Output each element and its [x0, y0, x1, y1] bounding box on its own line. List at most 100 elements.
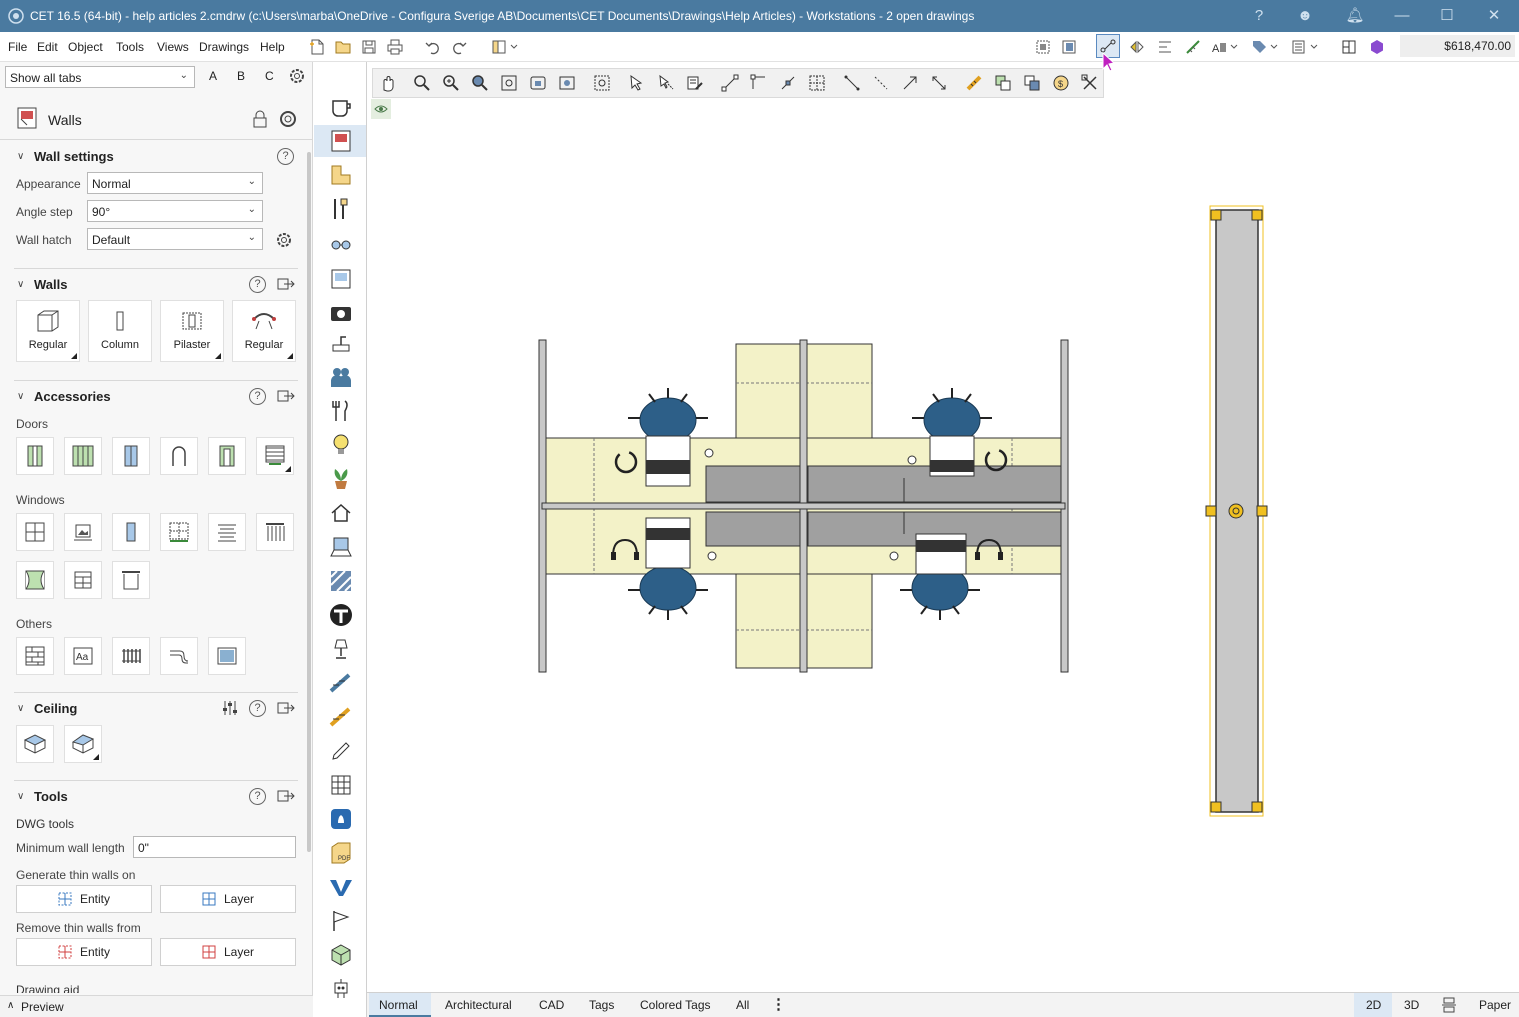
zoom-in-icon[interactable] [440, 72, 462, 94]
tab-architectural[interactable]: Architectural [445, 998, 512, 1012]
zoom-window-icon[interactable] [527, 72, 549, 94]
paper-view-icon[interactable] [1058, 36, 1080, 58]
line-dim-icon[interactable] [841, 72, 863, 94]
lifebuoy-icon[interactable] [279, 110, 297, 131]
wall-regular-curved-tile[interactable]: Regular [232, 300, 296, 362]
filter-a[interactable]: A [209, 69, 217, 83]
tab-tags[interactable]: Tags [589, 998, 614, 1012]
door-arch-icon[interactable] [160, 437, 198, 475]
layout-menu-icon[interactable] [490, 36, 522, 58]
menu-edit[interactable]: Edit [37, 40, 58, 54]
snap-grid-icon[interactable] [806, 72, 828, 94]
generate-layer-button[interactable]: Layer [160, 885, 296, 913]
select-multi-icon[interactable] [655, 72, 677, 94]
wall-handle[interactable] [1251, 209, 1263, 221]
cat-camera-icon[interactable] [327, 299, 355, 327]
cat-people-icon[interactable] [327, 363, 355, 391]
select-edit-icon[interactable] [684, 72, 706, 94]
preview-bar[interactable]: ∧ Preview [0, 995, 313, 1017]
cat-flooring-icon[interactable] [327, 567, 355, 595]
help-icon[interactable]: ? [1247, 4, 1271, 28]
chevron-down-icon[interactable]: ∨ [17, 391, 24, 402]
image-icon[interactable] [208, 637, 246, 675]
redo-icon[interactable] [448, 36, 470, 58]
wall-handle[interactable] [1251, 801, 1263, 813]
wall-regular-tile[interactable]: Regular [16, 300, 80, 362]
cat-kitchen-icon[interactable] [327, 331, 355, 359]
screen-spine[interactable] [541, 502, 1066, 510]
notification-icon[interactable]: 🔔︎ [1343, 4, 1367, 28]
window-radiator-icon[interactable] [256, 513, 294, 551]
cat-robot-icon[interactable] [327, 975, 355, 1003]
filter-c[interactable]: C [265, 69, 274, 83]
open-folder-icon[interactable] [332, 36, 354, 58]
window-curtain-icon[interactable] [16, 561, 54, 599]
tag-icon[interactable] [1250, 36, 1280, 58]
ceiling-flat-icon[interactable] [16, 725, 54, 763]
move-layer-icon[interactable] [1021, 72, 1043, 94]
cat-cube-icon[interactable] [327, 941, 355, 969]
cat-pen-icon[interactable] [327, 737, 355, 765]
window-opening-icon[interactable] [112, 561, 150, 599]
clear-icon[interactable] [1079, 72, 1101, 94]
window-narrow-icon[interactable] [112, 513, 150, 551]
save-icon[interactable] [358, 36, 380, 58]
minimize-button[interactable]: — [1390, 4, 1414, 28]
help-icon[interactable]: ? [249, 276, 266, 293]
chevron-down-icon[interactable]: ∨ [17, 703, 24, 714]
cat-glasses-icon[interactable] [327, 229, 355, 257]
cat-walls-icon[interactable] [327, 127, 355, 155]
menu-file[interactable]: File [8, 40, 27, 54]
zoom-extents-icon[interactable] [498, 72, 520, 94]
account-icon[interactable]: ☻ [1293, 4, 1317, 28]
cat-lamp-icon[interactable] [327, 635, 355, 663]
view-2d[interactable]: 2D [1366, 998, 1381, 1012]
chevron-down-icon[interactable]: ∨ [17, 151, 24, 162]
measure-icon[interactable] [1182, 36, 1204, 58]
brick-icon[interactable] [16, 637, 54, 675]
sliders-icon[interactable] [221, 699, 239, 720]
select-area-icon[interactable] [591, 72, 613, 94]
cat-brand-t-icon[interactable] [327, 601, 355, 629]
menu-drawings[interactable]: Drawings [199, 40, 249, 54]
line-angle-icon[interactable] [899, 72, 921, 94]
floorplan-icon[interactable] [1338, 36, 1360, 58]
zoom-previous-icon[interactable] [556, 72, 578, 94]
popout-icon[interactable] [277, 388, 295, 407]
help-icon[interactable]: ? [249, 700, 266, 717]
line-extend-icon[interactable] [928, 72, 950, 94]
help-icon[interactable]: ? [249, 788, 266, 805]
ruler-icon[interactable] [963, 72, 985, 94]
chevron-down-icon[interactable]: ∨ [17, 279, 24, 290]
view-paper[interactable]: Paper [1479, 998, 1511, 1012]
window-frame-icon[interactable] [64, 561, 102, 599]
tab-colored-tags[interactable]: Colored Tags [640, 998, 711, 1012]
appearance-dropdown[interactable]: Normal ⌄ [87, 172, 263, 194]
menu-tools[interactable]: Tools [116, 40, 144, 54]
window-grid-icon[interactable] [16, 513, 54, 551]
cat-building-icon[interactable] [327, 771, 355, 799]
wall-pilaster-tile[interactable]: Pilaster [160, 300, 224, 362]
report-icon[interactable] [1290, 36, 1320, 58]
cat-picture-icon[interactable] [327, 265, 355, 293]
door-single-icon[interactable] [16, 437, 54, 475]
split-view-icon[interactable] [1441, 997, 1457, 1016]
selected-wall[interactable] [1205, 205, 1268, 817]
view-3d[interactable]: 3D [1404, 998, 1419, 1012]
popout-icon[interactable] [277, 700, 295, 719]
hatch-settings-icon[interactable] [275, 231, 293, 252]
menu-help[interactable]: Help [260, 40, 285, 54]
cat-app-icon[interactable] [327, 805, 355, 833]
text-label-icon[interactable]: Aa [64, 637, 102, 675]
lock-icon[interactable] [252, 110, 268, 131]
door-garage-icon[interactable] [256, 437, 294, 475]
storage-panel-top[interactable] [705, 465, 1063, 503]
cat-v-brand-icon[interactable] [327, 873, 355, 901]
help-icon[interactable]: ? [277, 148, 294, 165]
wall-column-tile[interactable]: Column [88, 300, 152, 362]
snap-corner-icon[interactable] [748, 72, 770, 94]
window-picture-icon[interactable] [64, 513, 102, 551]
cat-house-icon[interactable] [327, 499, 355, 527]
wall-handle[interactable] [1210, 209, 1222, 221]
more-tabs-icon[interactable]: ⋮ [771, 995, 786, 1013]
